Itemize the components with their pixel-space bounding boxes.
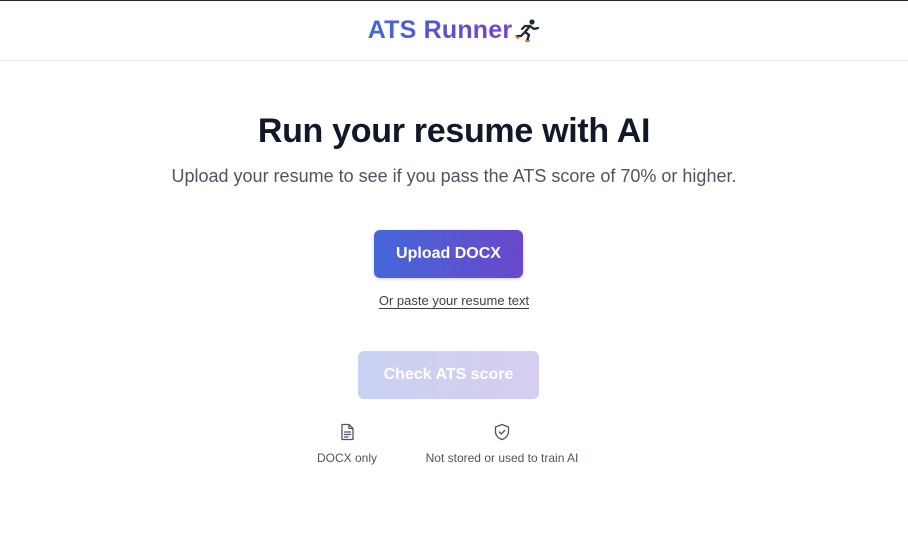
page-subtitle: Upload your resume to see if you pass th…	[171, 166, 737, 186]
feature-docx-only: DOCX only	[312, 423, 382, 465]
brand-logo[interactable]: ATS Runner	[368, 16, 541, 45]
logo-text: ATS Runner	[367, 16, 513, 44]
check-ats-score-button[interactable]: Check ATS score	[358, 351, 539, 399]
upload-docx-button[interactable]: Upload DOCX	[374, 230, 523, 278]
shield-check-icon	[494, 423, 510, 441]
paste-resume-row: Or paste your resume text	[0, 292, 908, 310]
paste-resume-text-link[interactable]: Or paste your resume text	[379, 293, 529, 308]
running-person-icon	[515, 18, 540, 42]
feature-privacy: Not stored or used to train AI	[419, 423, 585, 465]
document-icon	[341, 423, 354, 441]
feature-label: Not stored or used to train AI	[425, 451, 579, 465]
feature-label: DOCX only	[316, 451, 378, 465]
page-title: Run your resume with AI	[257, 112, 651, 150]
site-header: ATS Runner	[0, 1, 908, 61]
